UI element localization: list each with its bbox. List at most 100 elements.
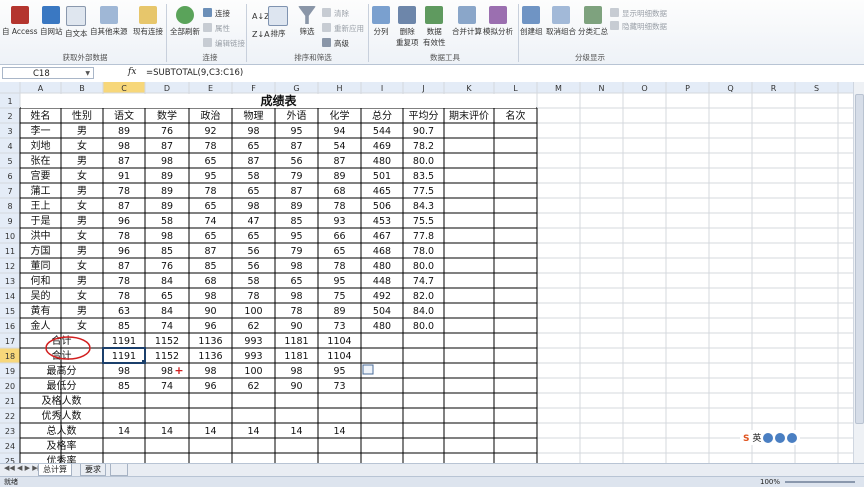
column-header-B[interactable]: B [79,84,85,93]
table-header-cell: 名次 [506,109,526,122]
row-header-22[interactable]: 22 [5,412,15,421]
sort-button[interactable]: 排序 [268,6,288,39]
table-header-cell: 期末评价 [449,109,489,122]
table-cell: 65 [247,231,259,242]
column-header-I[interactable]: I [381,84,383,93]
from-access-button[interactable]: 自 Access [2,6,38,37]
row-header-1[interactable]: 1 [7,97,12,106]
reapply-button[interactable]: 重新应用 [322,23,364,34]
table-cell: 蒲工 [31,184,51,197]
name-box[interactable]: C18 ▼ [2,67,94,79]
sort-az-button[interactable]: A↓Z [252,12,270,21]
row-header-9[interactable]: 9 [7,217,12,226]
row-header-24[interactable]: 24 [5,442,15,451]
row-header-10[interactable]: 10 [5,232,15,241]
column-header-K[interactable]: K [466,84,472,93]
from-web-button[interactable]: 自网站 [40,6,63,37]
chevron-down-icon[interactable]: ▼ [85,68,90,80]
row-header-12[interactable]: 12 [5,262,15,271]
column-header-N[interactable]: N [599,84,605,93]
row-header-2[interactable]: 2 [7,112,12,121]
fill-handle[interactable] [142,360,146,364]
clear-filter-button[interactable]: 清除 [322,8,349,19]
row-header-19[interactable]: 19 [5,367,15,376]
row-header-18[interactable]: 18 [5,352,15,361]
row-header-3[interactable]: 3 [7,127,12,136]
vertical-scrollbar[interactable] [853,82,864,463]
refresh-all-button[interactable]: 全部刷新 [170,6,200,37]
row-header-17[interactable]: 17 [5,337,15,346]
column-header-D[interactable]: D [164,84,170,93]
table-cell: 68 [333,186,345,197]
row-header-13[interactable]: 13 [5,277,15,286]
existing-connections-button[interactable]: 现有连接 [133,6,163,37]
formula-input[interactable]: =SUBTOTAL(9,C3:C16) [146,68,243,78]
group-button[interactable]: 创建组 [520,6,543,37]
column-header-F[interactable]: F [251,84,256,93]
advanced-filter-button[interactable]: 高级 [322,38,349,49]
row-header-21[interactable]: 21 [5,397,15,406]
column-header-A[interactable]: A [38,84,44,93]
row-header-23[interactable]: 23 [5,427,15,436]
scrollbar-thumb[interactable] [855,94,864,424]
edit-links-button[interactable]: 编辑链接 [203,38,245,49]
column-header-S[interactable]: S [814,84,819,93]
table-cell: 男 [77,245,87,257]
column-header-E[interactable]: E [208,84,213,93]
summary-cell: 993 [244,351,262,362]
column-header-J[interactable]: J [421,84,424,93]
summary-label: 最低分 [47,379,77,392]
column-header-C[interactable]: C [121,84,127,93]
column-header-G[interactable]: G [293,84,299,93]
column-header-O[interactable]: O [641,84,647,93]
row-header-8[interactable]: 8 [7,202,12,211]
paste-options-icon[interactable] [362,364,374,375]
row-header-5[interactable]: 5 [7,157,12,166]
what-if-analysis-button[interactable]: 模拟分析 [483,6,513,37]
data-validation-button[interactable]: 数据 有效性 [423,6,446,48]
remove-duplicates-button[interactable]: 删除 重复项 [396,6,419,48]
row-header-15[interactable]: 15 [5,307,15,316]
sheet-tab-requirements[interactable]: 要求 [80,464,106,476]
filter-button[interactable]: 筛选 [298,6,316,37]
column-header-P[interactable]: P [685,84,690,93]
zoom-slider[interactable] [785,481,855,483]
text-to-columns-button[interactable]: 分列 [372,6,390,37]
ime-mode[interactable]: 英 [752,434,761,444]
show-detail-button[interactable]: 显示明细数据 [610,8,667,19]
row-header-7[interactable]: 7 [7,187,12,196]
ime-toolbar[interactable]: S 英 [740,430,801,445]
row-header-6[interactable]: 6 [7,172,12,181]
properties-button[interactable]: 属性 [203,23,230,34]
column-header-Q[interactable]: Q [727,84,733,93]
column-header-H[interactable]: H [336,84,342,93]
sort-za-button[interactable]: Z↓A [252,30,270,39]
table-cell: 87 [333,156,345,167]
from-other-sources-button[interactable]: 自其他来源 [90,6,128,37]
new-sheet-icon[interactable] [110,464,128,476]
table-header-cell: 姓名 [31,109,51,122]
table-cell: 男 [77,215,87,227]
hide-detail-button[interactable]: 隐藏明细数据 [610,21,667,32]
table-cell: 74 [161,321,173,332]
summary-cell: 96 [204,381,216,392]
row-header-14[interactable]: 14 [5,292,15,301]
column-header-R[interactable]: R [771,84,777,93]
row-header-20[interactable]: 20 [5,382,15,391]
worksheet-grid[interactable]: A B C D E F G H I J K L M N O P Q R S123456789101112131415… [0,82,853,463]
keyboard-icon[interactable] [775,433,786,443]
column-header-L[interactable]: L [513,84,518,93]
connections-button[interactable]: 连接 [203,8,230,19]
column-header-M[interactable]: M [555,84,562,93]
from-text-button[interactable]: 自文本 [65,6,88,39]
sheet-tab-total[interactable]: 总计算 [38,464,72,476]
row-header-11[interactable]: 11 [5,247,15,256]
mic-icon[interactable] [763,433,774,443]
ungroup-button[interactable]: 取消组合 [546,6,576,37]
subtotal-button[interactable]: 分类汇总 [578,6,608,37]
insert-function-icon[interactable]: fx [128,67,136,77]
row-header-4[interactable]: 4 [7,142,12,151]
skin-icon[interactable] [787,433,798,443]
row-header-16[interactable]: 16 [5,322,15,331]
consolidate-button[interactable]: 合并计算 [452,6,482,37]
